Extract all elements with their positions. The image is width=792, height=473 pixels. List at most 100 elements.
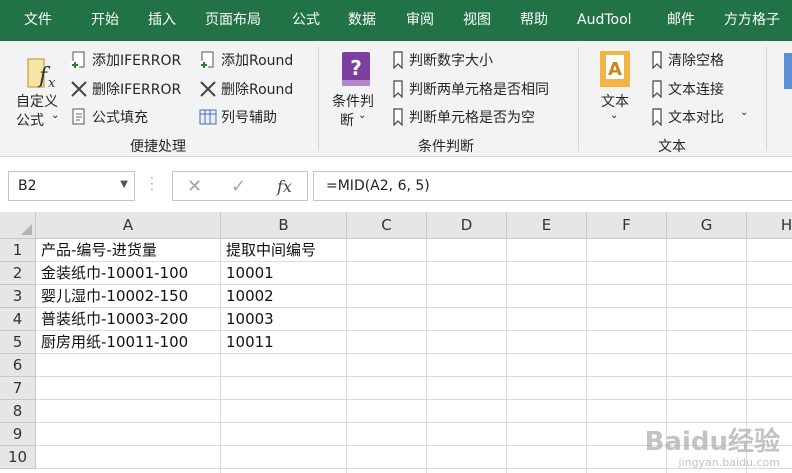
text-join-button[interactable]: 文本连接 xyxy=(668,79,724,99)
row-header[interactable]: 3 xyxy=(0,285,36,308)
chevron-down-icon[interactable]: ⌄ xyxy=(358,110,366,121)
cut-off-icon[interactable] xyxy=(784,53,792,89)
judge-two-cells-same-button[interactable]: 判断两单元格是否相同 xyxy=(409,79,549,99)
grid-line xyxy=(506,239,507,473)
select-all-corner[interactable] xyxy=(0,212,36,239)
row-header[interactable]: 10 xyxy=(0,446,36,469)
conditional-judge-label[interactable]: 条件判 xyxy=(332,91,374,111)
grid-line xyxy=(586,239,587,473)
formula-bar: B2 ▼ · · · ✕ ✓ fx =MID(A2, 6, 5) xyxy=(0,157,792,212)
custom-formula-icon[interactable]: f x xyxy=(24,53,60,93)
insert-function-icon[interactable]: fx xyxy=(277,177,292,196)
tab-fangfang-gezi[interactable]: 方方格子 xyxy=(724,0,780,41)
tab-data[interactable]: 数据 xyxy=(348,0,376,41)
tab-page-layout[interactable]: 页面布局 xyxy=(205,0,261,41)
row-header[interactable]: 5 xyxy=(0,331,36,354)
chevron-down-icon[interactable]: ⌄ xyxy=(740,107,748,118)
column-header-a[interactable]: A xyxy=(36,212,221,239)
tab-mail[interactable]: 邮件 xyxy=(667,0,695,41)
group-label-text: 文本 xyxy=(658,139,686,155)
bookmark-icon xyxy=(652,80,662,98)
judge-number-size-button[interactable]: 判断数字大小 xyxy=(409,50,493,70)
tab-file[interactable]: 文件 xyxy=(24,0,52,41)
cancel-icon[interactable]: ✕ xyxy=(187,176,202,197)
text-a-icon[interactable]: A xyxy=(598,49,632,89)
cell-b1[interactable]: 提取中间编号 xyxy=(221,239,346,262)
clear-spaces-button[interactable]: 清除空格 xyxy=(668,50,724,70)
group-divider xyxy=(578,47,579,151)
column-helper-button[interactable]: 列号辅助 xyxy=(221,107,277,127)
bookmark-icon xyxy=(652,108,662,126)
chevron-down-icon[interactable]: ▼ xyxy=(120,179,128,190)
tab-audtool[interactable]: AudTool xyxy=(577,0,632,41)
cell-a1[interactable]: 产品-编号-进货量 xyxy=(36,239,220,262)
column-header-c[interactable]: C xyxy=(347,212,427,239)
conditional-judge-label-2[interactable]: 断 xyxy=(340,110,354,130)
row-header[interactable]: 9 xyxy=(0,423,36,446)
drag-handle-icon[interactable]: · · · xyxy=(150,172,154,196)
column-header-b[interactable]: B xyxy=(221,212,347,239)
bookmark-icon xyxy=(393,108,403,126)
name-box[interactable]: B2 ▼ xyxy=(8,171,135,201)
text-label[interactable]: 文本 xyxy=(601,91,629,111)
tab-home[interactable]: 开始 xyxy=(91,0,119,41)
judge-cell-empty-button[interactable]: 判断单元格是否为空 xyxy=(409,107,535,127)
row-header[interactable]: 1 xyxy=(0,239,36,262)
enter-icon[interactable]: ✓ xyxy=(231,176,246,197)
row-header[interactable]: 7 xyxy=(0,377,36,400)
cell-b5[interactable]: 10011 xyxy=(221,331,346,354)
cell-a3[interactable]: 婴儿湿巾-10002-150 xyxy=(36,285,220,308)
custom-formula-label[interactable]: 自定义 xyxy=(16,91,58,111)
row-header[interactable]: 6 xyxy=(0,354,36,377)
remove-iferror-button[interactable]: 删除IFERROR xyxy=(92,79,181,99)
tab-view[interactable]: 视图 xyxy=(463,0,491,41)
formula-fill-button[interactable]: 公式填充 xyxy=(92,107,148,127)
remove-round-button[interactable]: 删除Round xyxy=(221,79,293,99)
svg-text:A: A xyxy=(608,59,622,80)
cell-b4[interactable]: 10003 xyxy=(221,308,346,331)
tab-insert[interactable]: 插入 xyxy=(148,0,176,41)
grid-line xyxy=(346,239,347,473)
bookmark-icon xyxy=(393,80,403,98)
row-header[interactable]: 8 xyxy=(0,400,36,423)
row-header[interactable]: 2 xyxy=(0,262,36,285)
formula-input[interactable]: =MID(A2, 6, 5) xyxy=(313,171,792,201)
svg-text:?: ? xyxy=(350,56,362,80)
chevron-down-icon[interactable]: ⌄ xyxy=(51,110,59,121)
cell-b2[interactable]: 10001 xyxy=(221,262,346,285)
text-compare-button[interactable]: 文本对比 xyxy=(668,107,724,127)
chevron-down-icon[interactable]: ⌄ xyxy=(610,110,618,121)
watermark-brand: Baidu经验 xyxy=(644,427,780,457)
tab-help[interactable]: 帮助 xyxy=(520,0,548,41)
cell-b3[interactable]: 10002 xyxy=(221,285,346,308)
column-header-g[interactable]: G xyxy=(667,212,747,239)
remove-round-icon xyxy=(200,81,216,97)
remove-iferror-icon xyxy=(71,81,87,97)
column-header-h[interactable]: H xyxy=(747,212,792,239)
add-iferror-button[interactable]: 添加IFERROR xyxy=(92,50,181,70)
grid-line xyxy=(36,376,792,377)
group-divider xyxy=(318,47,319,151)
formula-buttons: ✕ ✓ fx xyxy=(172,171,308,201)
column-header-f[interactable]: F xyxy=(587,212,667,239)
cell-a4[interactable]: 普装纸巾-10003-200 xyxy=(36,308,220,331)
spreadsheet-grid: A B C D E F G H 1 2 3 4 5 6 7 8 9 10 产品-… xyxy=(0,212,792,473)
group-label-convenience: 便捷处理 xyxy=(130,139,186,155)
tab-review[interactable]: 审阅 xyxy=(406,0,434,41)
column-header-d[interactable]: D xyxy=(427,212,507,239)
cell-a2[interactable]: 金装纸巾-10001-100 xyxy=(36,262,220,285)
column-header-e[interactable]: E xyxy=(507,212,587,239)
grid-line xyxy=(36,399,792,400)
row-header[interactable]: 4 xyxy=(0,308,36,331)
tab-formulas[interactable]: 公式 xyxy=(292,0,320,41)
group-label-conditional: 条件判断 xyxy=(418,139,474,155)
add-round-button[interactable]: 添加Round xyxy=(221,50,293,70)
custom-formula-label-2[interactable]: 公式 xyxy=(16,110,44,130)
question-book-icon[interactable]: ? xyxy=(339,50,373,88)
baidu-jingyan-watermark: Baidu经验 jingyan.baidu.com xyxy=(645,428,780,469)
cell-a5[interactable]: 厨房用纸-10011-100 xyxy=(36,331,220,354)
name-box-value: B2 xyxy=(18,178,37,194)
group-divider xyxy=(766,47,767,151)
ribbon-panel: f x 自定义 公式 ⌄ 添加IFERROR 删除IFERROR 公式填充 添加… xyxy=(0,41,792,157)
add-iferror-icon xyxy=(71,51,85,69)
